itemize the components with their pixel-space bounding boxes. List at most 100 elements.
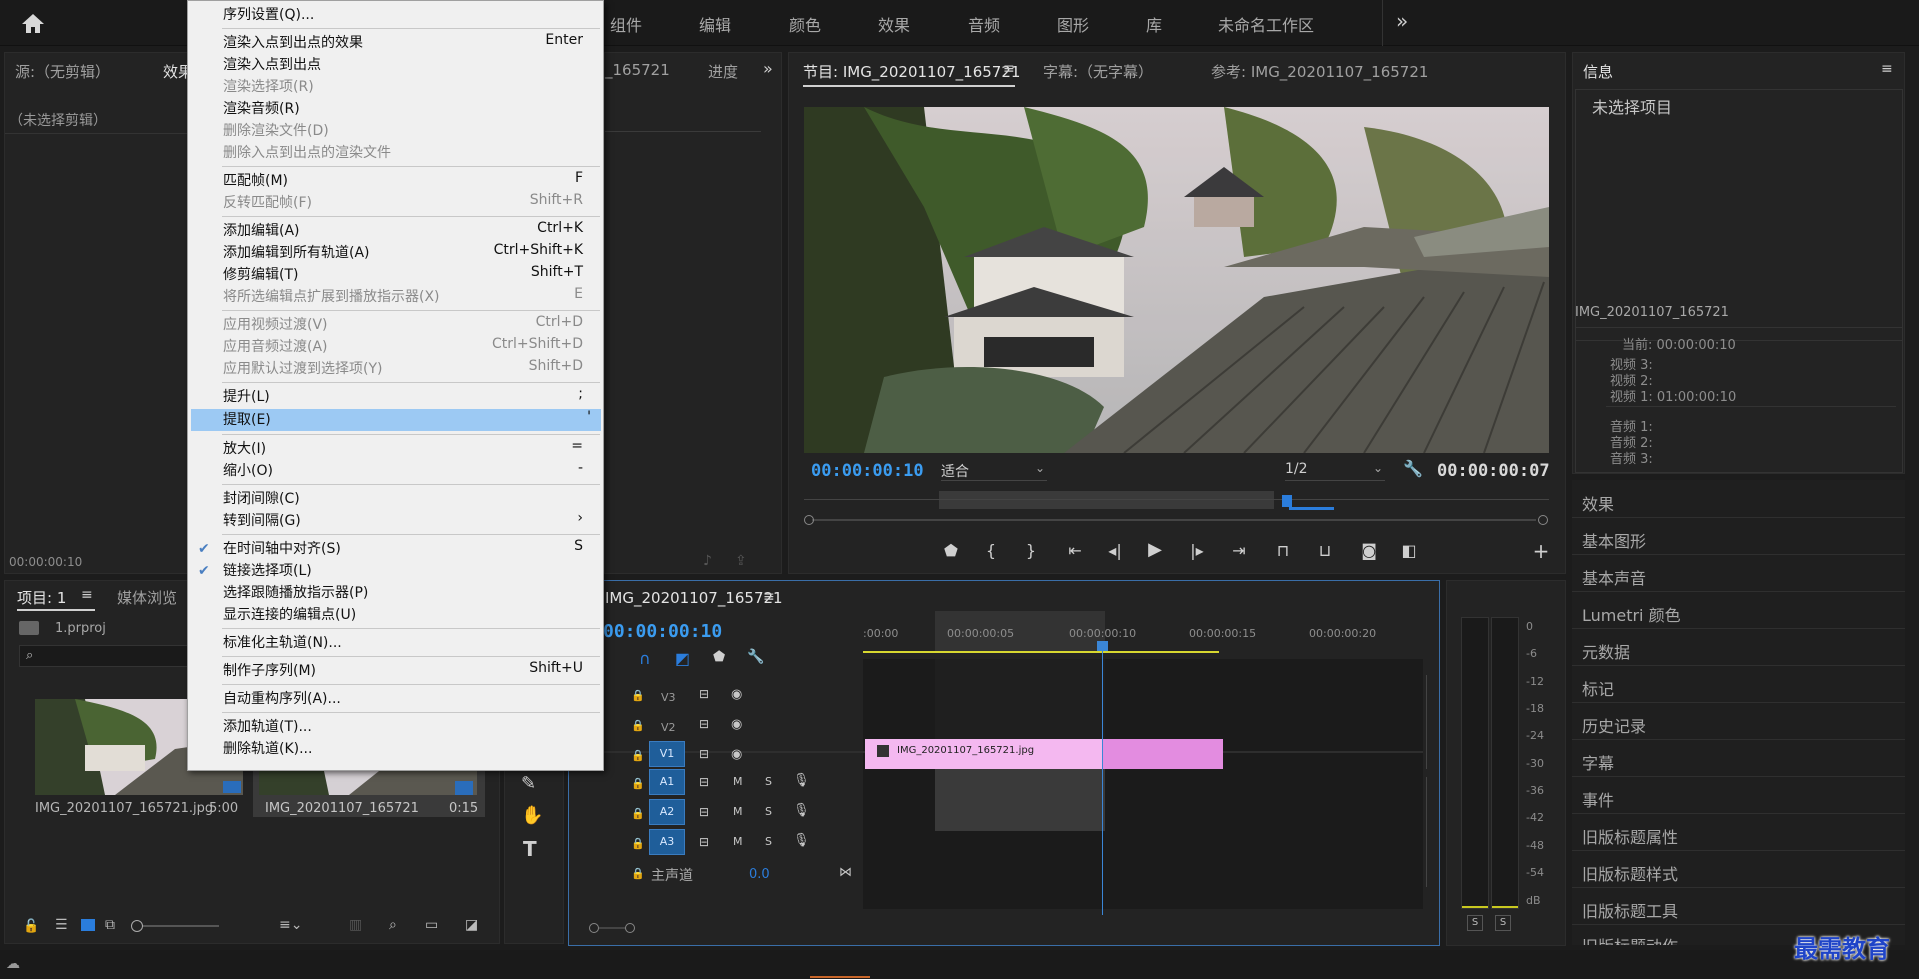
a3-source-patch[interactable]: A3 <box>649 829 685 855</box>
cloud-sync-icon[interactable]: ☁ <box>6 956 20 972</box>
tab-effects[interactable]: 效果 <box>878 12 910 36</box>
a2-source-patch[interactable]: A2 <box>649 799 685 825</box>
menu-item-lift[interactable]: 提升(L); <box>223 386 593 408</box>
menu-item-render-effects[interactable]: 渲染入点到出点的效果 Enter <box>223 32 593 54</box>
menu-item-linked-selection[interactable]: 链接选择项(L) <box>223 560 593 582</box>
zoom-handle-left[interactable] <box>804 515 814 525</box>
panel-history[interactable]: 历史记录 <box>1582 713 1646 737</box>
automate-icon[interactable]: ▥ <box>349 917 362 933</box>
resolution-dropdown[interactable]: 1/2 ⌄ <box>1285 461 1385 481</box>
zoom-slider[interactable] <box>131 920 219 932</box>
go-to-in-icon[interactable]: ⇤ <box>1063 541 1087 560</box>
tab-libraries[interactable]: 库 <box>1146 12 1162 36</box>
a3-lock-icon[interactable]: 🔒 <box>631 837 645 850</box>
v3-lock-icon[interactable]: 🔒 <box>631 689 645 702</box>
more-workspaces-button[interactable]: » <box>1396 9 1408 33</box>
playhead-marker[interactable] <box>1282 495 1292 507</box>
panel-lumetri-color[interactable]: Lumetri 颜色 <box>1582 602 1681 626</box>
tab-editing[interactable]: 编辑 <box>699 12 731 36</box>
wrench-icon[interactable]: 🔧 <box>747 649 764 665</box>
v2-eye-icon[interactable]: ◉ <box>731 717 742 732</box>
tab-reference[interactable]: 参考: IMG_20201107_165721 <box>1211 61 1428 82</box>
add-marker-icon[interactable]: ⬟ <box>939 541 963 560</box>
v1-eye-icon[interactable]: ◉ <box>731 747 742 762</box>
find-icon[interactable]: ⌕ <box>389 917 397 933</box>
menu-item-zoom-out[interactable]: 缩小(O) - <box>223 460 593 482</box>
master-lock-icon[interactable]: 🔒 <box>631 867 645 880</box>
pen-tool-icon[interactable]: ✎ <box>521 773 536 794</box>
menu-item-close-gap[interactable]: 封闭间隙(C) <box>223 488 593 510</box>
lock-icon[interactable]: 🔓 <box>23 919 39 934</box>
extract-icon[interactable]: ⊔ <box>1313 541 1337 560</box>
scroll-handle-left[interactable] <box>589 923 599 933</box>
tab-custom-workspace[interactable]: 未命名工作区 <box>1218 12 1314 36</box>
menu-item-go-to-gap[interactable]: 转到间隔(G) › <box>223 510 593 532</box>
info-menu-icon[interactable]: ≡ <box>1881 61 1893 77</box>
add-marker-icon[interactable]: ⬟ <box>713 649 725 665</box>
program-current-timecode[interactable]: 00:00:00:10 <box>811 461 924 481</box>
panel-effects[interactable]: 效果 <box>1582 491 1614 515</box>
mark-in-icon[interactable]: { <box>979 541 1003 560</box>
zoom-bar[interactable] <box>804 515 1549 525</box>
program-menu-icon[interactable]: ≡ <box>1003 61 1015 77</box>
tab-clip-partial[interactable]: _165721 <box>605 61 670 79</box>
a2-mute-icon[interactable]: M <box>733 805 743 818</box>
menu-item-zoom-in[interactable]: 放大(I) = <box>223 438 593 460</box>
a2-solo-icon[interactable]: S <box>765 805 772 818</box>
hand-tool-icon[interactable]: ✋ <box>521 805 543 826</box>
a2-toggle-icon[interactable]: ⊟ <box>699 805 709 819</box>
tab-audio[interactable]: 音频 <box>968 12 1000 36</box>
solo-right-button[interactable]: S <box>1495 915 1511 931</box>
timeline-timecode[interactable]: 00:00:00:10 <box>603 621 722 642</box>
audio-insert-icon[interactable]: ♪ <box>703 553 712 569</box>
panel-markers[interactable]: 标记 <box>1582 676 1614 700</box>
menu-item-normalize-master[interactable]: 标准化主轨道(N)... <box>223 632 593 654</box>
tab-graphics[interactable]: 图形 <box>1057 12 1089 36</box>
camera-icon[interactable]: ◙ <box>1357 541 1381 560</box>
program-scrubber[interactable] <box>804 489 1549 511</box>
menu-item-auto-reframe[interactable]: 自动重构序列(A)... <box>223 688 593 710</box>
tab-assembly[interactable]: 组件 <box>610 12 642 36</box>
v3-toggle-output-icon[interactable]: ⊟ <box>699 687 709 701</box>
panel-legacy-title-actions[interactable]: 旧版标题动作 <box>1582 933 1678 945</box>
freeform-view-icon[interactable]: ⧉ <box>105 917 115 933</box>
type-tool-icon[interactable]: T <box>523 837 537 861</box>
tab-progress[interactable]: 进度 <box>708 61 738 82</box>
time-ruler[interactable]: :00:00 00:00:00:05 00:00:00:10 00:00:00:… <box>863 611 1423 655</box>
search-input[interactable]: ⌕ <box>19 645 195 667</box>
master-mark-icon[interactable]: ⋈ <box>839 865 852 880</box>
wrench-icon[interactable]: 🔧 <box>1403 459 1423 478</box>
menu-item-trim-edit[interactable]: 修剪编辑(T) Shift+T <box>223 264 593 286</box>
menu-item-make-subsequence[interactable]: 制作子序列(M) Shift+U <box>223 660 593 682</box>
menu-item-selection-follows-playhead[interactable]: 选择跟随播放指示器(P) <box>223 582 593 604</box>
solo-left-button[interactable]: S <box>1467 915 1483 931</box>
menu-item-sequence-settings[interactable]: 序列设置(Q)... <box>223 4 593 26</box>
panel-essential-graphics[interactable]: 基本图形 <box>1582 528 1646 552</box>
v2-toggle-output-icon[interactable]: ⊟ <box>699 717 709 731</box>
scroll-handle-right[interactable] <box>625 923 635 933</box>
tab-source[interactable]: 源:（无剪辑） <box>15 61 110 82</box>
timeline-clip[interactable]: IMG_20201107_165721.jpg <box>865 739 1223 769</box>
step-forward-icon[interactable]: |▸ <box>1185 541 1209 560</box>
menu-item-delete-tracks[interactable]: 删除轨道(K)... <box>223 738 593 760</box>
linked-selection-icon[interactable]: ◩ <box>675 649 690 668</box>
menu-item-render-in-out[interactable]: 渲染入点到出点 <box>223 54 593 76</box>
v2-lock-icon[interactable]: 🔒 <box>631 719 645 732</box>
tab-color[interactable]: 颜色 <box>789 12 821 36</box>
magnet-icon[interactable]: ∩ <box>639 649 651 668</box>
mark-out-icon[interactable]: } <box>1019 541 1043 560</box>
panel-captions[interactable]: 字幕 <box>1582 750 1614 774</box>
tab-captions[interactable]: 字幕:（无字幕） <box>1043 61 1153 82</box>
list-view-icon[interactable]: ☰ <box>55 917 68 933</box>
panel-overflow-icon[interactable]: » <box>763 59 773 78</box>
play-icon[interactable]: ▶ <box>1143 539 1167 560</box>
v1-source-patch[interactable]: V1 <box>649 741 685 767</box>
a3-solo-icon[interactable]: S <box>765 835 772 848</box>
a1-toggle-icon[interactable]: ⊟ <box>699 775 709 789</box>
zoom-slider-handle[interactable] <box>131 920 143 932</box>
compare-view-icon[interactable]: ◧ <box>1397 541 1421 560</box>
menu-item-render-audio[interactable]: 渲染音频(R) <box>223 98 593 120</box>
panel-metadata[interactable]: 元数据 <box>1582 639 1630 663</box>
go-to-out-icon[interactable]: ⇥ <box>1227 541 1251 560</box>
a3-mic-icon[interactable]: 🎙 <box>793 833 810 848</box>
